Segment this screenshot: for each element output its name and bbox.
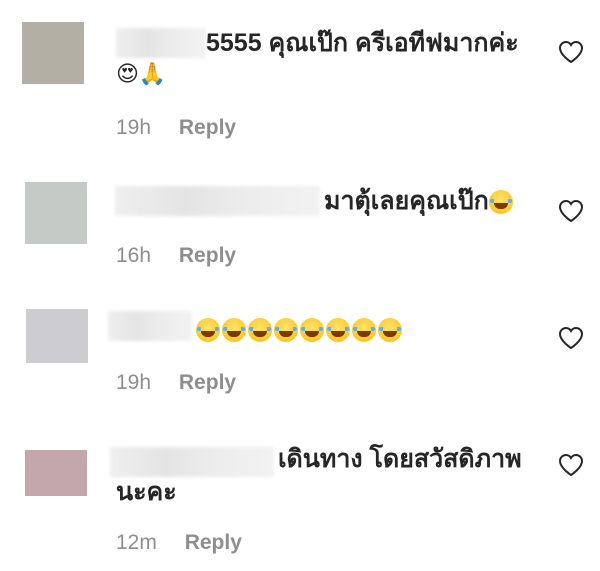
tears-of-joy-emoji-icon — [196, 318, 220, 343]
tears-of-joy-emoji-icon — [300, 318, 324, 343]
heart-outline-icon[interactable] — [558, 326, 584, 350]
tears-of-joy-emoji-icon — [248, 318, 272, 343]
comment-meta: 16h Reply — [116, 244, 236, 268]
comment-time: 19h — [116, 116, 152, 139]
heart-outline-icon[interactable] — [558, 453, 584, 477]
comment-emoji-line: 😍🙏 — [116, 62, 167, 87]
comment-text: เดินทาง โดยสวัสดิภาพ — [278, 445, 522, 473]
username-redacted[interactable] — [116, 28, 206, 58]
comment-meta: 12m Reply — [116, 531, 242, 555]
comment-text-line2: นะคะ — [116, 478, 177, 506]
reply-button[interactable]: Reply — [179, 116, 236, 139]
avatar[interactable] — [25, 182, 87, 244]
comment-meta: 19h Reply — [116, 371, 236, 395]
comment-text: มาตุ้เลยคุณเป๊ก — [324, 184, 515, 218]
reply-button[interactable]: Reply — [179, 371, 236, 394]
tears-of-joy-emoji-icon — [488, 190, 513, 215]
heart-outline-icon[interactable] — [558, 40, 584, 64]
comment-time: 12m — [116, 531, 157, 554]
tears-of-joy-emoji-icon — [378, 318, 402, 343]
comment-laugh-emojis — [196, 312, 404, 346]
reply-button[interactable]: Reply — [185, 531, 242, 554]
username-redacted[interactable] — [108, 311, 192, 341]
comment-text-content: มาตุ้เลยคุณเป๊ก — [324, 187, 489, 215]
heart-outline-icon[interactable] — [558, 199, 584, 223]
username-redacted[interactable] — [115, 186, 320, 216]
avatar[interactable] — [25, 450, 87, 496]
comment-text: 5555 คุณเป๊ก ครีเอทีฟมากค่ะ — [206, 29, 519, 57]
tears-of-joy-emoji-icon — [326, 318, 350, 343]
avatar[interactable] — [26, 309, 88, 363]
tears-of-joy-emoji-icon — [222, 318, 246, 343]
tears-of-joy-emoji-icon — [352, 318, 376, 343]
tears-of-joy-emoji-icon — [274, 318, 298, 343]
comment-meta: 19h Reply — [116, 116, 236, 140]
username-redacted[interactable] — [110, 447, 274, 477]
comment-time: 16h — [116, 244, 152, 267]
comment-time: 19h — [116, 371, 152, 394]
avatar[interactable] — [22, 22, 84, 84]
reply-button[interactable]: Reply — [179, 244, 236, 267]
